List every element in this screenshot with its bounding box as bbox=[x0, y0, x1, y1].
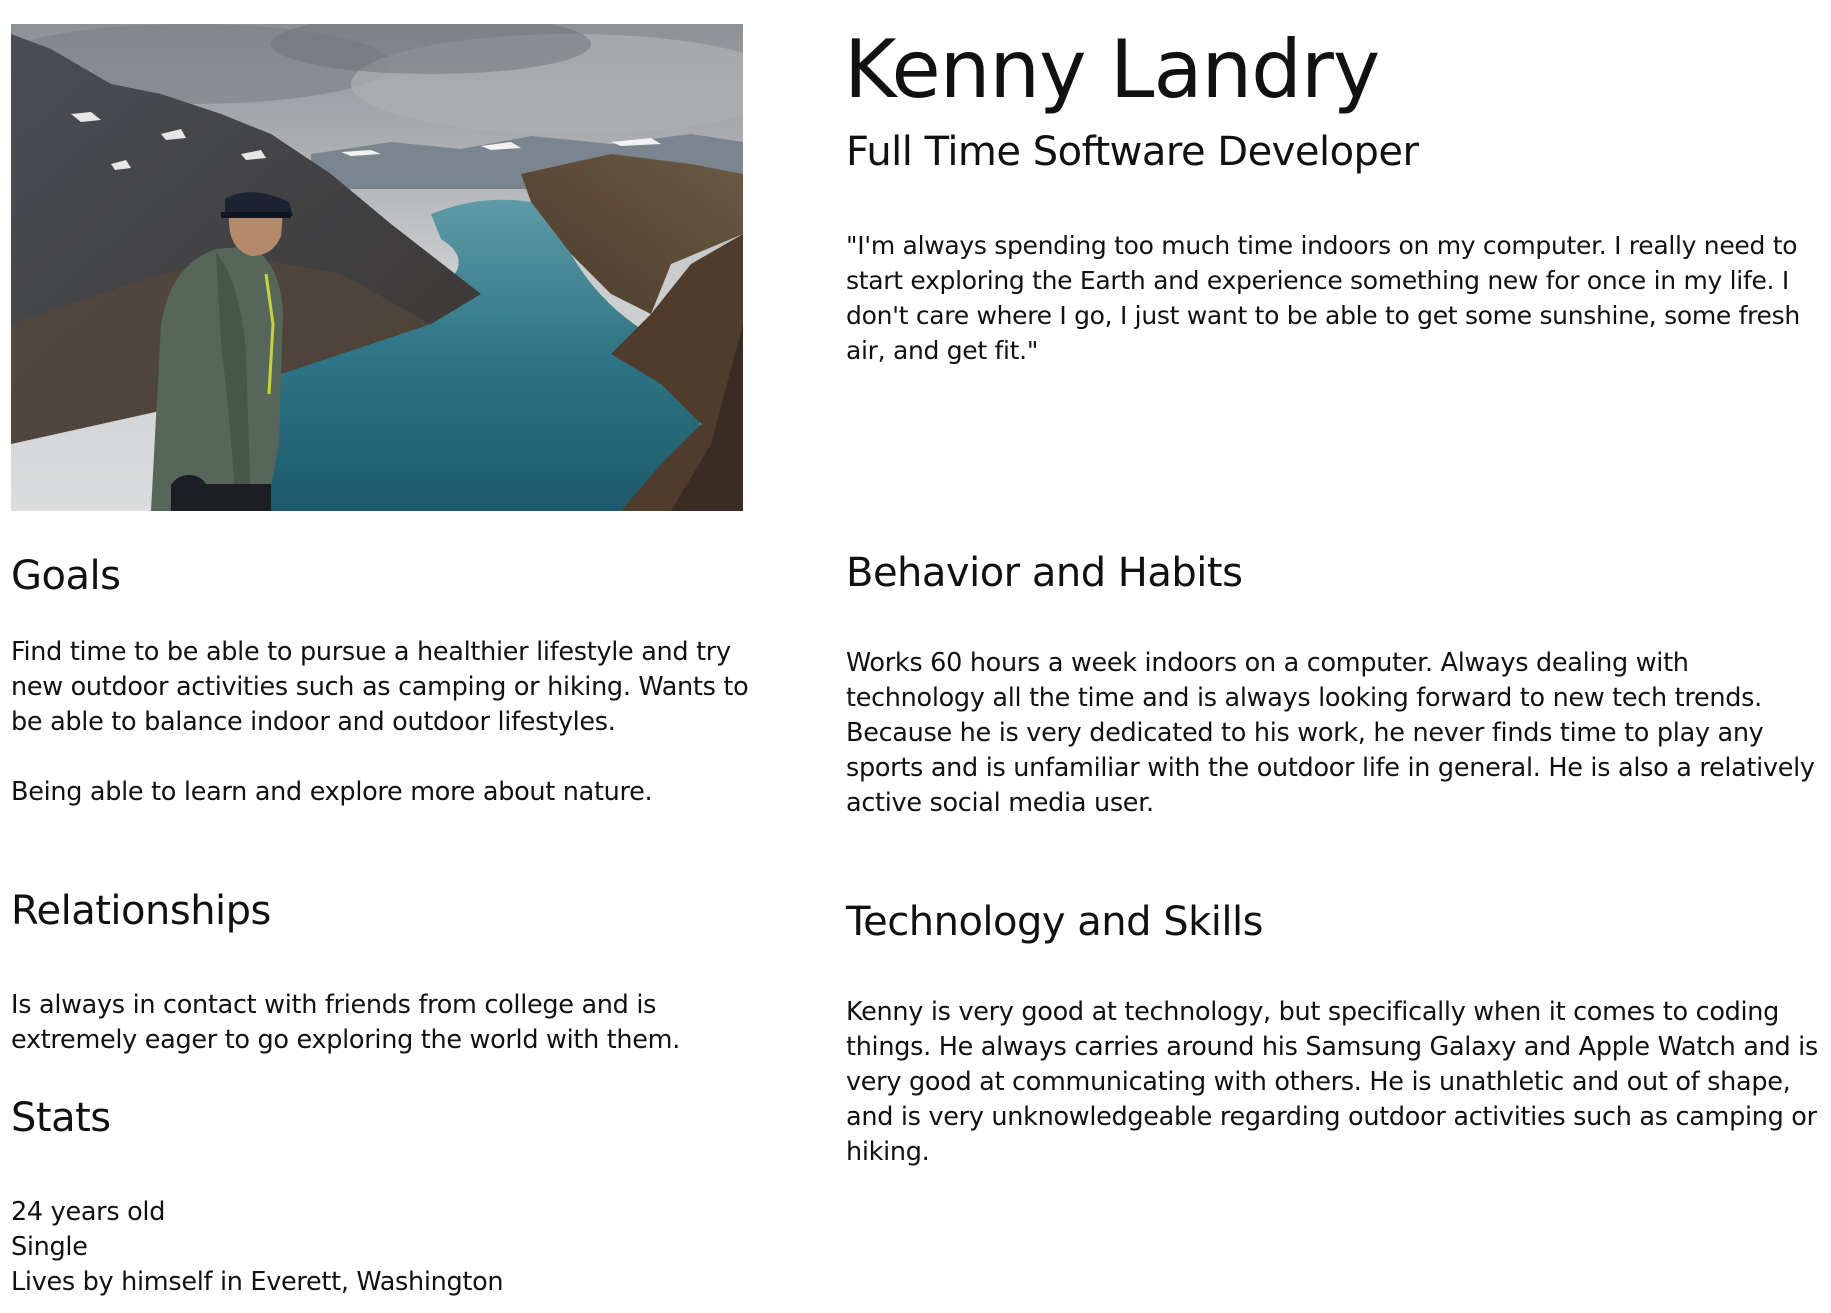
stats-item: Single bbox=[11, 1232, 88, 1262]
stats-heading: Stats bbox=[11, 1095, 111, 1141]
profile-photo bbox=[11, 24, 743, 511]
persona-name: Kenny Landry bbox=[844, 23, 1380, 116]
behavior-text: Works 60 hours a week indoors on a compu… bbox=[846, 648, 1815, 818]
persona-quote: "I'm always spending too much time indoo… bbox=[846, 231, 1800, 365]
technology-text: Kenny is very good at technology, but sp… bbox=[846, 997, 1818, 1167]
relationships-heading: Relationships bbox=[11, 888, 271, 934]
stats-list: 24 years old Single Lives by himself in … bbox=[11, 1195, 751, 1300]
stats-item: Lives by himself in Everett, Washington bbox=[11, 1267, 504, 1297]
persona-role: Full Time Software Developer bbox=[846, 129, 1419, 175]
goals-section: Goals Find time to be able to pursue a h… bbox=[11, 552, 751, 810]
relationships-text: Is always in contact with friends from c… bbox=[11, 990, 681, 1055]
relationships-section: Relationships Is always in contact with … bbox=[11, 887, 751, 1058]
behavior-heading: Behavior and Habits bbox=[846, 550, 1243, 596]
goals-paragraph: Find time to be able to pursue a healthi… bbox=[11, 637, 749, 737]
goals-heading: Goals bbox=[11, 553, 121, 599]
stats-item: 24 years old bbox=[11, 1197, 166, 1227]
stats-section: Stats 24 years old Single Lives by himse… bbox=[11, 1094, 751, 1300]
technology-section: Technology and Skills Kenny is very good… bbox=[846, 898, 1821, 1170]
technology-heading: Technology and Skills bbox=[846, 899, 1263, 945]
behavior-section: Behavior and Habits Works 60 hours a wee… bbox=[846, 549, 1821, 821]
goals-paragraph: Being able to learn and explore more abo… bbox=[11, 777, 653, 807]
